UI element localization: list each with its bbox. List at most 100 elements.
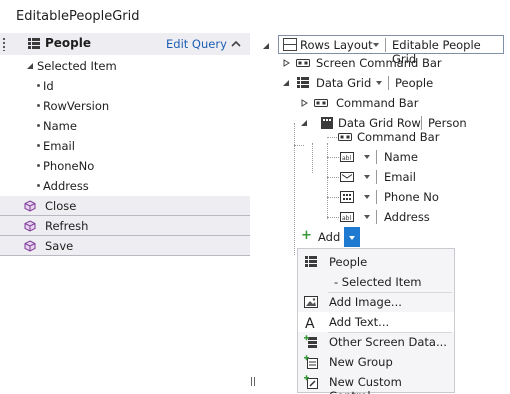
row-command-bar-node[interactable]: Command Bar bbox=[338, 127, 458, 147]
menu-item-people[interactable]: People bbox=[298, 252, 454, 272]
field-label: Id bbox=[43, 79, 54, 93]
column-node[interactable]: abl Name bbox=[340, 147, 450, 167]
node-label: Command Bar bbox=[336, 96, 419, 110]
tree-connector bbox=[312, 143, 313, 173]
bullet-icon bbox=[37, 84, 40, 87]
bullet-icon bbox=[37, 164, 40, 167]
menu-item-label: Add Image... bbox=[329, 295, 402, 309]
node-label: Data Grid bbox=[316, 76, 372, 90]
grid-command-bar-node[interactable]: Command Bar bbox=[300, 93, 460, 113]
expanded-triangle-icon[interactable] bbox=[26, 62, 34, 70]
collapsed-triangle-icon[interactable] bbox=[300, 99, 308, 107]
drag-grip-icon[interactable] bbox=[2, 37, 6, 51]
expanded-triangle-icon[interactable] bbox=[300, 119, 308, 127]
column-label: Email bbox=[384, 170, 416, 184]
collapsed-triangle-icon[interactable] bbox=[282, 59, 290, 67]
rows-layout-node[interactable]: Rows Layout Editable People Grid bbox=[278, 35, 504, 66]
phone-number-editor-icon bbox=[340, 191, 354, 203]
column-label: Address bbox=[384, 210, 430, 224]
menu-item-label: New Custom Control... bbox=[329, 375, 402, 394]
bullet-icon bbox=[37, 144, 40, 147]
command-refresh[interactable]: Refresh bbox=[0, 216, 250, 236]
column-label: Phone No bbox=[384, 190, 439, 204]
menu-item-label: Other Screen Data... bbox=[329, 335, 447, 349]
menu-item-label: - Selected Item bbox=[334, 275, 422, 289]
menu-item-other-screen-data[interactable]: Other Screen Data... bbox=[298, 332, 454, 352]
collection-header[interactable]: People Edit Query bbox=[0, 33, 250, 55]
screen-command-bar-node[interactable]: Screen Command Bar bbox=[282, 53, 482, 73]
image-icon bbox=[304, 296, 318, 308]
tree-connector bbox=[327, 177, 339, 178]
svg-text:abl: abl bbox=[342, 155, 351, 162]
email-address-editor-icon bbox=[340, 172, 354, 182]
node-label: Command Bar bbox=[357, 130, 440, 144]
column-node[interactable]: Phone No bbox=[340, 187, 450, 207]
field-item[interactable]: Id bbox=[0, 76, 250, 96]
node-value: People bbox=[395, 76, 434, 90]
chevron-up-icon[interactable] bbox=[230, 38, 242, 50]
add-dropdown-menu: People - Selected Item Add Image... A Ad… bbox=[297, 248, 455, 394]
grid-icon bbox=[28, 38, 40, 49]
text-a-icon: A bbox=[305, 316, 315, 329]
menu-item-new-custom-control[interactable]: New Custom Control... bbox=[298, 372, 454, 394]
method-cube-icon bbox=[24, 220, 36, 232]
menu-item-add-image[interactable]: Add Image... bbox=[298, 292, 454, 312]
dropdown-arrow-icon[interactable] bbox=[373, 43, 379, 47]
menu-item-add-text[interactable]: A Add Text... bbox=[298, 312, 454, 332]
selected-item-node[interactable]: Selected Item bbox=[0, 56, 250, 76]
field-item[interactable]: Name bbox=[0, 116, 250, 136]
data-grid-node[interactable]: Data Grid People bbox=[282, 73, 482, 93]
dropdown-arrow-icon[interactable] bbox=[364, 215, 370, 219]
rows-layout-label: Rows Layout bbox=[300, 38, 373, 52]
command-bar-icon bbox=[296, 59, 310, 67]
menu-item-label: New Group bbox=[329, 355, 393, 369]
add-label: Add bbox=[318, 230, 341, 244]
field-item[interactable]: PhoneNo bbox=[0, 156, 250, 176]
menu-item-new-group[interactable]: New Group bbox=[298, 352, 454, 372]
add-dropdown-button[interactable] bbox=[344, 227, 360, 247]
field-item[interactable]: Email bbox=[0, 136, 250, 156]
command-save[interactable]: Save bbox=[0, 236, 250, 256]
textbox-icon: abl bbox=[340, 212, 354, 222]
svg-text:A: A bbox=[305, 316, 315, 329]
dropdown-arrow-icon[interactable] bbox=[364, 175, 370, 179]
tree-connector bbox=[327, 143, 328, 219]
group-plus-icon bbox=[304, 355, 318, 369]
field-item[interactable]: Address bbox=[0, 176, 250, 196]
column-node[interactable]: Email bbox=[340, 167, 450, 187]
field-item[interactable]: RowVersion bbox=[0, 96, 250, 116]
grid-icon bbox=[305, 256, 317, 267]
menu-item-label: Add Text... bbox=[329, 315, 390, 329]
column-node[interactable]: abl Address bbox=[340, 207, 450, 227]
bullet-icon bbox=[37, 104, 40, 107]
screen-title: EditablePeopleGrid bbox=[16, 9, 140, 24]
edit-query-link[interactable]: Edit Query bbox=[166, 37, 227, 51]
dropdown-arrow-icon[interactable] bbox=[364, 155, 370, 159]
command-bar-icon bbox=[338, 133, 352, 141]
command-close[interactable]: Close bbox=[0, 196, 250, 216]
field-label: Address bbox=[43, 179, 89, 193]
dropdown-arrow-icon[interactable] bbox=[364, 195, 370, 199]
tree-connector bbox=[327, 157, 339, 158]
expanded-triangle-icon[interactable] bbox=[282, 79, 290, 87]
field-label: Email bbox=[43, 139, 75, 153]
data-grid-row-icon bbox=[321, 117, 333, 129]
menu-item-selected-item[interactable]: - Selected Item bbox=[298, 272, 454, 292]
dropdown-arrow-icon bbox=[349, 236, 355, 240]
splitter-grip-icon[interactable] bbox=[251, 377, 255, 386]
dropdown-arrow-icon[interactable] bbox=[376, 81, 382, 85]
expanded-triangle-icon[interactable] bbox=[262, 42, 270, 50]
rows-layout-icon bbox=[283, 38, 297, 51]
bullet-icon bbox=[37, 184, 40, 187]
separator bbox=[388, 76, 389, 90]
designer-title-bar: EditablePeopleGrid bbox=[0, 0, 510, 33]
command-bar-icon bbox=[314, 99, 328, 107]
method-cube-icon bbox=[24, 240, 36, 252]
custom-control-icon bbox=[304, 375, 318, 389]
method-cube-icon bbox=[24, 200, 36, 212]
data-grid-icon bbox=[297, 77, 309, 88]
bullet-icon bbox=[37, 124, 40, 127]
separator bbox=[376, 190, 377, 204]
command-label: Save bbox=[45, 239, 74, 253]
column-label: Name bbox=[384, 150, 418, 164]
